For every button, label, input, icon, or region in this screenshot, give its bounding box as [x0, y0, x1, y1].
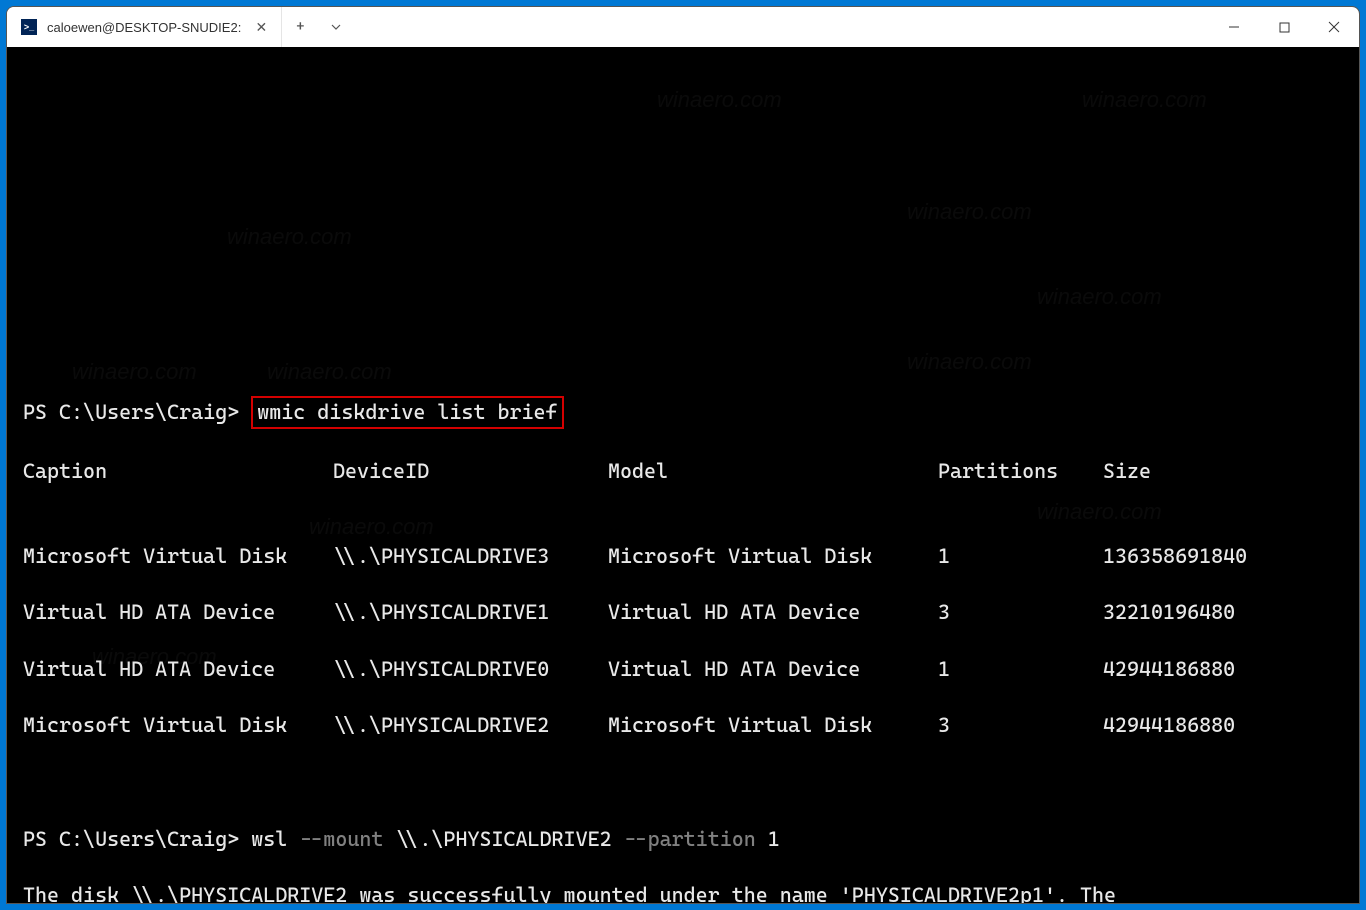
tab-actions: + [282, 7, 354, 47]
close-button[interactable] [1309, 7, 1359, 47]
line-prompt-1: PS C:\Users\Craig> wmic diskdrive list b… [23, 396, 1343, 428]
watermark: winaero.com [907, 347, 1032, 377]
watermark: winaero.com [227, 222, 352, 252]
line-cmd-mount: PS C:\Users\Craig> wsl --mount \\.\PHYSI… [23, 825, 1343, 853]
powershell-icon: >_ [21, 19, 37, 35]
minimize-button[interactable] [1209, 7, 1259, 47]
tab-close-button[interactable]: ✕ [251, 17, 271, 37]
table-row: Virtual HD ATA Device\\.\PHYSICALDRIVE1V… [23, 570, 1343, 627]
watermark: winaero.com [657, 85, 782, 115]
new-tab-button[interactable]: + [282, 7, 318, 47]
terminal-window: >_ caloewen@DESKTOP-SNUDIE2: ✕ + winaero… [6, 6, 1360, 904]
watermark: winaero.com [1037, 282, 1162, 312]
watermark: winaero.com [267, 357, 392, 387]
maximize-button[interactable] [1259, 7, 1309, 47]
tab-dropdown-button[interactable] [318, 7, 354, 47]
watermark: winaero.com [1082, 85, 1207, 115]
tab-title: caloewen@DESKTOP-SNUDIE2: [47, 20, 241, 35]
table-header: CaptionDeviceIDModelPartitionsSize [23, 457, 1343, 485]
terminal-content[interactable]: winaero.com winaero.com winaero.com wina… [7, 47, 1359, 903]
highlighted-command: wmic diskdrive list brief [251, 396, 563, 428]
table-row: Virtual HD ATA Device\\.\PHYSICALDRIVE0V… [23, 627, 1343, 684]
mount-output: The disk \\.\PHYSICALDRIVE2 was successf… [23, 881, 1343, 903]
table-row: Microsoft Virtual Disk\\.\PHYSICALDRIVE2… [23, 683, 1343, 740]
titlebar[interactable]: >_ caloewen@DESKTOP-SNUDIE2: ✕ + [7, 7, 1359, 47]
window-controls [1209, 7, 1359, 47]
watermark: winaero.com [72, 357, 197, 387]
watermark: winaero.com [907, 197, 1032, 227]
tab-active[interactable]: >_ caloewen@DESKTOP-SNUDIE2: ✕ [7, 7, 282, 47]
table-row: Microsoft Virtual Disk\\.\PHYSICALDRIVE3… [23, 514, 1343, 571]
